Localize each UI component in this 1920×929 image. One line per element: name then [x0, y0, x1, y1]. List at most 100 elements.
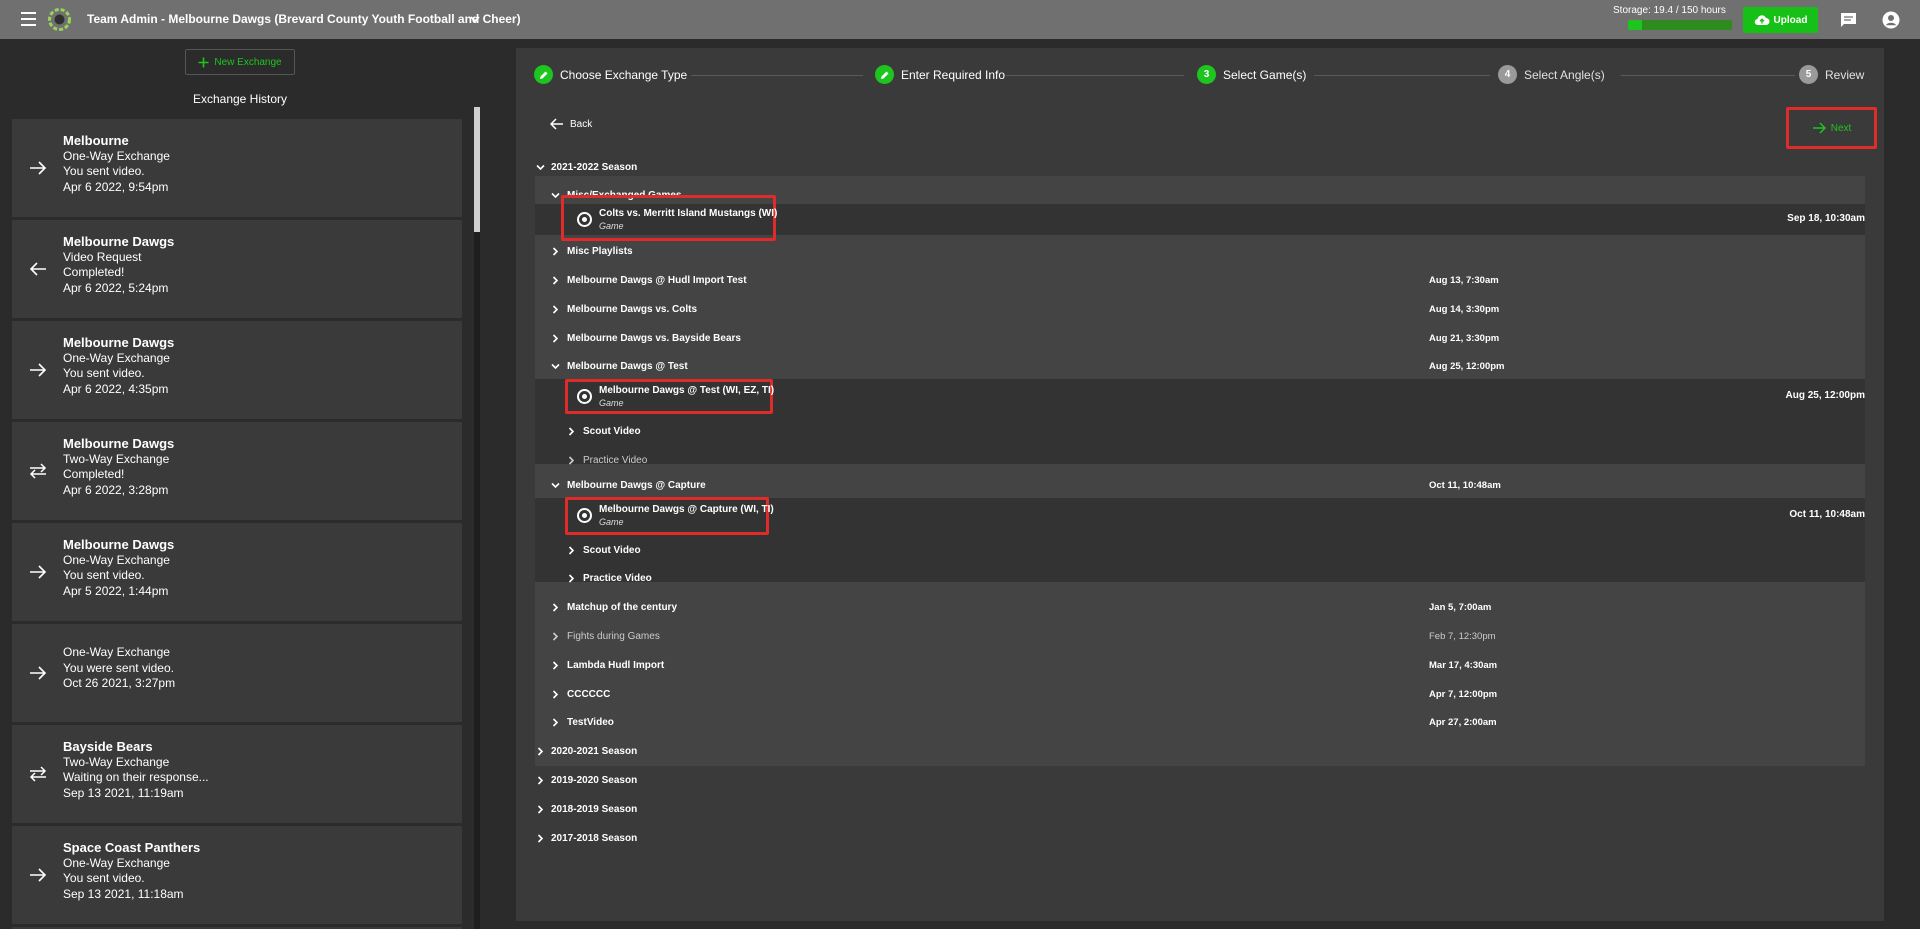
upload-label: Upload — [1773, 14, 1808, 26]
history-card-date: Apr 6 2022, 3:28pm — [63, 482, 169, 497]
game-type: Game — [599, 221, 624, 231]
step-select-games[interactable]: 3 Select Game(s) — [1197, 65, 1306, 84]
chevron-down-icon — [551, 482, 560, 489]
folder-label: Lambda Hudl Import — [567, 660, 665, 671]
upload-button[interactable]: Upload — [1743, 7, 1818, 33]
history-card-name: Melbourne Dawgs — [63, 335, 175, 350]
history-card-date: Oct 26 2021, 3:27pm — [63, 676, 176, 690]
game-type: Game — [599, 517, 624, 527]
history-card-status: Completed! — [63, 467, 125, 481]
arrow-right-icon — [30, 161, 47, 175]
new-exchange-button[interactable]: New Exchange — [185, 49, 295, 75]
app-root: Team Admin - Melbourne Dawgs (Brevard Co… — [0, 0, 1920, 929]
folder-date: Apr 27, 2:00am — [1429, 717, 1497, 728]
game-row-colts-merritt[interactable]: Colts vs. Merritt Island Mustangs (WI) G… — [535, 195, 1865, 241]
step-choose-exchange-type[interactable]: Choose Exchange Type — [534, 65, 687, 84]
video-scout-1[interactable]: Scout Video — [535, 417, 1865, 446]
step-select-angles[interactable]: 4 Select Angle(s) — [1498, 65, 1605, 84]
folder-label: Melbourne Dawgs @ Test — [567, 361, 688, 372]
folder-date: Mar 17, 4:30am — [1429, 660, 1498, 671]
history-card-type: Two-Way Exchange — [63, 451, 170, 466]
video-label: Practice Video — [583, 573, 652, 584]
team-logo-icon[interactable] — [46, 6, 73, 33]
folder-lambda[interactable]: Lambda Hudl Import Mar 17, 4:30am — [535, 651, 1865, 680]
chevron-down-icon — [551, 363, 560, 370]
chevron-right-icon — [568, 427, 575, 436]
game-radio-selected[interactable] — [577, 389, 592, 404]
game-radio-selected[interactable] — [577, 212, 592, 227]
folder-label: Melbourne Dawgs @ Hudl Import Test — [567, 275, 747, 286]
season-2020-2021-row[interactable]: 2020-2021 Season — [535, 737, 1865, 766]
video-practice-2[interactable]: Practice Video — [535, 564, 1865, 593]
chevron-right-icon — [568, 574, 575, 583]
season-label: 2020-2021 Season — [551, 746, 638, 757]
season-2018-2019-row[interactable]: 2018-2019 Season — [535, 795, 1865, 824]
menu-icon[interactable] — [21, 12, 36, 26]
folder-at-test[interactable]: Melbourne Dawgs @ Test Aug 25, 12:00pm — [535, 352, 1865, 381]
plus-icon — [198, 57, 209, 67]
folder-cccccc[interactable]: CCCCCC Apr 7, 12:00pm — [535, 680, 1865, 709]
next-button[interactable]: Next — [1786, 107, 1877, 149]
video-label: Scout Video — [583, 426, 641, 437]
folder-misc-playlists[interactable]: Misc Playlists — [535, 237, 1865, 266]
game-radio-selected[interactable] — [577, 508, 592, 523]
history-card[interactable]: Melbourne Dawgs Two-Way Exchange Complet… — [12, 422, 462, 520]
history-card[interactable]: Melbourne Dawgs Video Request Completed!… — [12, 220, 462, 318]
history-card-status: You sent video. — [63, 568, 145, 582]
chat-icon[interactable] — [1840, 12, 1857, 28]
step-connector — [1621, 75, 1795, 76]
back-button[interactable]: Back — [550, 118, 592, 130]
history-scrollbar[interactable] — [474, 107, 480, 929]
next-label: Next — [1830, 122, 1852, 134]
folder-label: Fights during Games — [567, 631, 660, 642]
folder-at-capture[interactable]: Melbourne Dawgs @ Capture Oct 11, 10:48a… — [535, 471, 1865, 500]
history-card-type: One-Way Exchange — [63, 552, 170, 567]
team-title[interactable]: Team Admin - Melbourne Dawgs (Brevard Co… — [87, 12, 521, 26]
history-card-status: Waiting on their response... — [63, 770, 209, 784]
folder-date: Aug 14, 3:30pm — [1429, 304, 1500, 315]
season-2021-2022-row[interactable]: 2021-2022 Season — [535, 153, 1865, 182]
top-bar: Team Admin - Melbourne Dawgs (Brevard Co… — [0, 0, 1920, 39]
season-2017-2018-row[interactable]: 2017-2018 Season — [535, 824, 1865, 853]
folder-hudl-import-test[interactable]: Melbourne Dawgs @ Hudl Import Test Aug 1… — [535, 266, 1865, 295]
folder-vs-colts[interactable]: Melbourne Dawgs vs. Colts Aug 14, 3:30pm — [535, 295, 1865, 324]
game-date: Sep 18, 10:30am — [1787, 213, 1865, 224]
season-2019-2020-row[interactable]: 2019-2020 Season — [535, 766, 1865, 795]
chevron-down-icon[interactable] — [469, 13, 481, 25]
step-label: Enter Required Info — [901, 67, 1006, 82]
history-card-type: One-Way Exchange — [63, 350, 170, 365]
folder-date: Oct 11, 10:48am — [1429, 480, 1501, 491]
step-number: 3 — [1197, 65, 1216, 84]
chevron-down-icon — [551, 192, 560, 199]
chevron-right-icon — [568, 456, 575, 465]
video-label: Practice Video — [583, 455, 648, 466]
account-icon[interactable] — [1882, 11, 1900, 29]
folder-testvideo[interactable]: TestVideo Apr 27, 2:00am — [535, 708, 1865, 737]
step-review[interactable]: 5 Review — [1799, 65, 1864, 84]
history-card[interactable]: One-Way Exchange You were sent video. Oc… — [12, 624, 462, 722]
history-card-status: You sent video. — [63, 366, 145, 380]
arrow-right-icon — [30, 565, 47, 579]
history-card[interactable]: Melbourne One-Way Exchange You sent vide… — [12, 119, 462, 217]
step-connector — [1006, 75, 1184, 76]
history-card[interactable]: Melbourne Dawgs One-Way Exchange You sen… — [12, 523, 462, 621]
step-label: Review — [1825, 67, 1865, 82]
step-connector — [1314, 75, 1490, 76]
cloud-upload-icon — [1754, 15, 1770, 26]
history-card-status: You were sent video. — [63, 660, 174, 675]
step-enter-required-info[interactable]: Enter Required Info — [875, 65, 1005, 84]
folder-label: Melbourne Dawgs vs. Colts — [567, 304, 698, 315]
folder-matchup[interactable]: Matchup of the century Jan 5, 7:00am — [535, 593, 1865, 622]
history-scrollbar-thumb[interactable] — [474, 107, 480, 232]
folder-vs-bayside[interactable]: Melbourne Dawgs vs. Bayside Bears Aug 21… — [535, 324, 1865, 353]
history-card[interactable]: Melbourne Dawgs One-Way Exchange You sen… — [12, 321, 462, 419]
history-card[interactable]: Bayside Bears Two-Way Exchange Waiting o… — [12, 725, 462, 823]
chevron-right-icon — [552, 305, 559, 314]
history-card-name: Melbourne Dawgs — [63, 436, 175, 451]
history-card[interactable]: Space Coast Panthers One-Way Exchange Yo… — [12, 826, 462, 924]
video-scout-2[interactable]: Scout Video — [535, 536, 1865, 565]
season-label: 2017-2018 Season — [551, 833, 638, 844]
folder-label: CCCCCC — [567, 689, 611, 700]
folder-fights[interactable]: Fights during Games Feb 7, 12:30pm — [535, 622, 1865, 651]
exchange-wizard: Choose Exchange Type Enter Required Info… — [516, 48, 1884, 921]
